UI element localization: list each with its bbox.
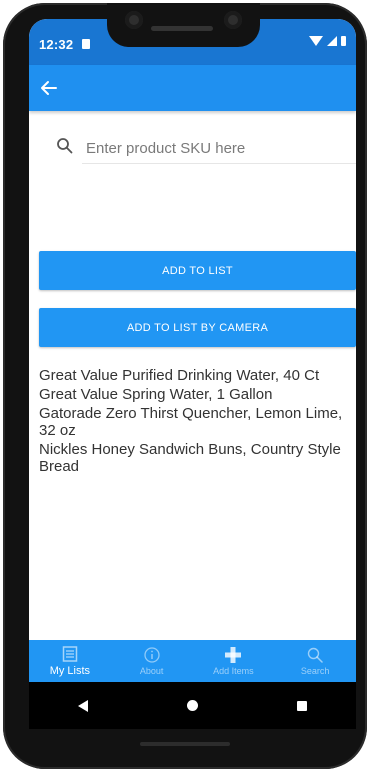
app-bar [29,65,356,111]
wifi-icon [309,36,323,46]
system-back-icon[interactable] [78,699,89,712]
camera-lens-icon [224,11,242,29]
sim-icon [82,39,90,49]
plus-icon [225,647,242,663]
add-to-list-button[interactable]: ADD TO LIST [39,251,356,290]
nav-item-add-items[interactable]: Add Items [193,640,275,682]
add-to-list-by-camera-button[interactable]: ADD TO LIST BY CAMERA [39,308,356,347]
nav-item-my-lists[interactable]: My Lists [29,640,111,682]
list-item[interactable]: Nickles Honey Sandwich Buns, Country Sty… [39,441,356,475]
back-button[interactable] [39,78,59,98]
list-item[interactable]: Gatorade Zero Thirst Quencher, Lemon Lim… [39,405,356,439]
system-home-icon[interactable] [186,700,198,711]
phone-frame: 12:32 ADD TO LIST ADD TO LIST BY C [3,3,367,769]
sku-search-input[interactable] [82,133,356,164]
nav-label: Add Items [213,666,254,676]
camera-notch [107,3,260,47]
status-icons [309,36,346,46]
search-row [56,133,356,169]
screen: 12:32 ADD TO LIST ADD TO LIST BY C [29,19,356,729]
list-item[interactable]: Great Value Purified Drinking Water, 40 … [39,367,356,384]
nav-label: About [139,666,164,676]
nav-label: My Lists [49,665,91,677]
bottom-speaker [140,742,230,746]
earpiece-speaker [151,26,213,31]
signal-icon [327,36,337,46]
nav-item-about[interactable]: About [111,640,193,682]
system-nav-bar [29,682,356,729]
info-icon [143,647,160,663]
list-icon [62,646,78,662]
list-item[interactable]: Great Value Spring Water, 1 Gallon [39,386,356,403]
status-time: 12:32 [39,37,74,52]
nav-item-search[interactable]: Search [274,640,356,682]
nav-label: Search [300,666,330,676]
arrow-left-icon [41,81,57,95]
search-icon [307,647,323,663]
system-recents-icon[interactable] [296,700,307,711]
search-icon [57,138,73,154]
product-list: Great Value Purified Drinking Water, 40 … [39,367,356,477]
battery-icon [341,36,346,46]
bottom-nav: My Lists About Add Items Search [29,640,356,682]
camera-lens-icon [125,11,143,29]
